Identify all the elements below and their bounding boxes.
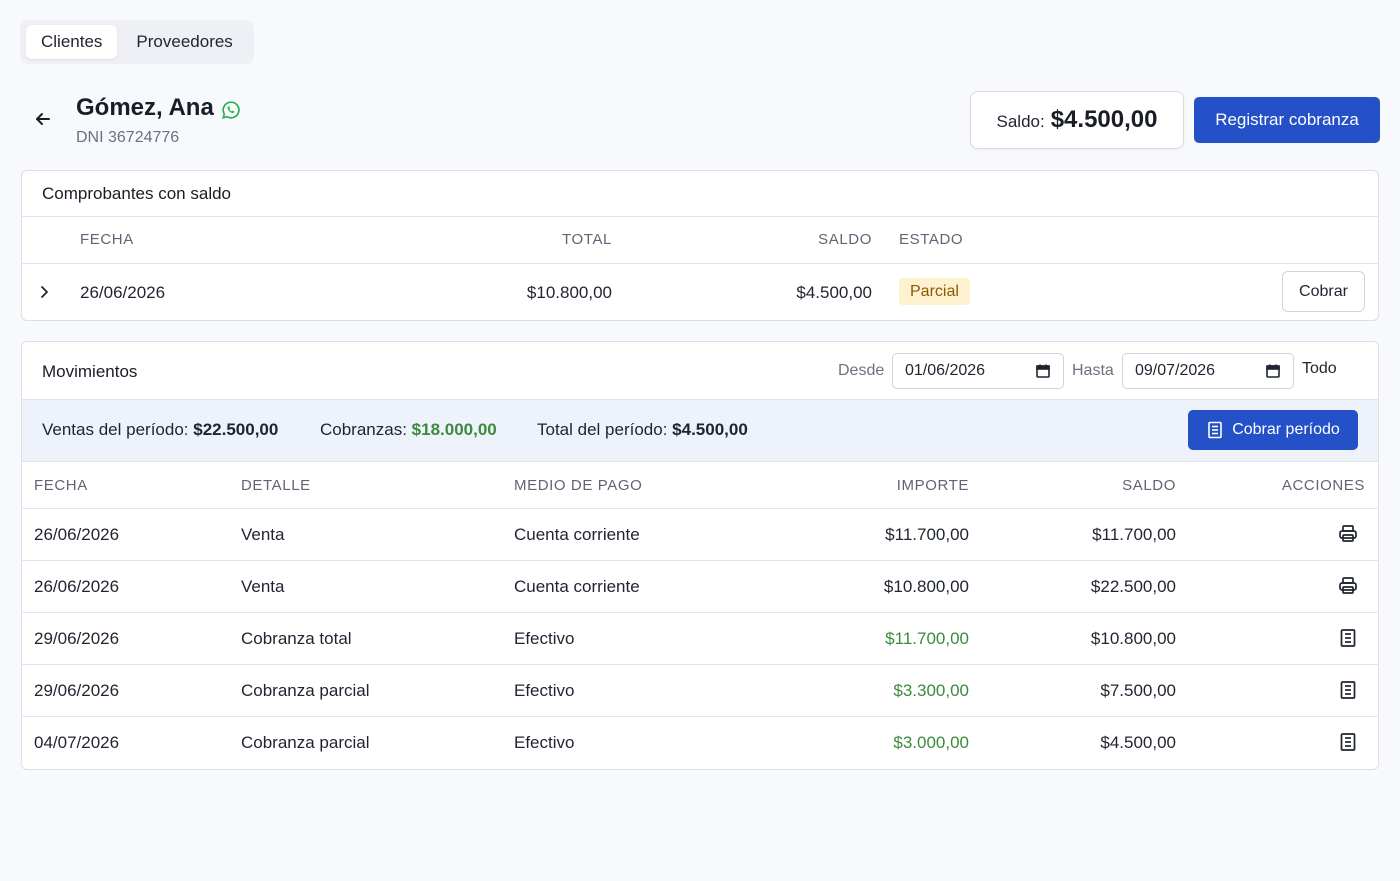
- row-medio-pago: Efectivo: [514, 629, 575, 648]
- table-row: 26/06/2026 Venta Cuenta corriente $11.700,0…: [22, 509, 1378, 561]
- movimientos-table-body: 26/06/2026 Venta Cuenta corriente $11.700,0…: [22, 509, 1378, 769]
- printer-icon[interactable]: [1338, 576, 1358, 596]
- hasta-date-value: 09/07/2026: [1135, 362, 1216, 379]
- back-button[interactable]: [30, 106, 56, 132]
- arrow-left-icon: [36, 113, 50, 125]
- receipt-icon[interactable]: [1338, 628, 1358, 648]
- row-saldo: $22.500,00: [1090, 577, 1176, 596]
- row-saldo: $7.500,00: [1100, 681, 1176, 700]
- col-acciones: ACCIONES: [1281, 477, 1365, 494]
- registrar-cobranza-button[interactable]: Registrar cobranza: [1194, 97, 1380, 143]
- calendar-icon[interactable]: [1265, 363, 1281, 379]
- cobranzas-value: $18.000,00: [411, 420, 497, 439]
- ventas-summary: Ventas del período: $22.500,00: [42, 420, 278, 440]
- row-medio-pago: Efectivo: [514, 681, 575, 700]
- row-importe: $3.000,00: [893, 733, 969, 752]
- row-fecha: 29/06/2026: [34, 629, 120, 648]
- col-medio-pago: MEDIO DE PAGO: [514, 477, 643, 494]
- cobrar-button[interactable]: Cobrar: [1282, 271, 1365, 312]
- row-importe: $10.800,00: [883, 577, 969, 596]
- status-badge: Parcial: [899, 278, 970, 305]
- period-summary: Ventas del período: $22.500,00 Cobranzas…: [22, 400, 1378, 462]
- comprobantes-table-header: FECHA TOTAL SALDO ESTADO: [22, 217, 1378, 264]
- comprobante-saldo: $4.500,00: [796, 283, 872, 302]
- col-saldo: SALDO: [818, 231, 872, 248]
- printer-icon[interactable]: [1338, 524, 1358, 544]
- total-value: $4.500,00: [672, 420, 748, 439]
- row-detalle: Cobranza total: [241, 629, 352, 648]
- row-fecha: 29/06/2026: [34, 681, 120, 700]
- movimientos-title: Movimientos: [42, 362, 138, 381]
- todo-button[interactable]: Todo: [1302, 360, 1337, 378]
- col-estado: ESTADO: [899, 231, 964, 248]
- tab-proveedores[interactable]: Proveedores: [121, 25, 247, 59]
- movimientos-card: Movimientos Desde 01/06/2026 Hasta 09/07…: [21, 341, 1379, 770]
- row-detalle: Venta: [241, 577, 285, 596]
- comprobante-total: $10.800,00: [526, 283, 612, 302]
- row-fecha: 04/07/2026: [34, 733, 120, 752]
- row-saldo: $11.700,00: [1092, 525, 1176, 544]
- movimientos-table-header: FECHA DETALLE MEDIO DE PAGO IMPORTE SALD…: [22, 462, 1378, 509]
- row-medio-pago: Cuenta corriente: [514, 577, 640, 596]
- ventas-label: Ventas del período:: [42, 420, 189, 439]
- calendar-icon[interactable]: [1035, 363, 1051, 379]
- comprobantes-card: Comprobantes con saldo FECHA TOTAL SALDO…: [21, 170, 1379, 321]
- row-medio-pago: Efectivo: [514, 733, 575, 752]
- row-fecha: 26/06/2026: [34, 525, 120, 544]
- saldo-label: Saldo:: [996, 112, 1045, 131]
- cobrar-periodo-label: Cobrar período: [1232, 421, 1340, 438]
- row-medio-pago: Cuenta corriente: [514, 525, 640, 544]
- receipt-icon[interactable]: [1338, 732, 1358, 752]
- receipt-icon: [1208, 421, 1222, 439]
- whatsapp-icon[interactable]: [221, 100, 241, 120]
- col-detalle: DETALLE: [241, 477, 311, 494]
- row-detalle: Venta: [241, 525, 285, 544]
- row-importe: $11.700,00: [885, 525, 969, 544]
- ventas-value: $22.500,00: [193, 420, 279, 439]
- saldo-box: Saldo: $4.500,00: [970, 91, 1184, 149]
- row-detalle: Cobranza parcial: [241, 681, 370, 700]
- chevron-right-icon[interactable]: [36, 284, 52, 300]
- movimientos-header: Movimientos Desde 01/06/2026 Hasta 09/07…: [22, 342, 1378, 400]
- hasta-date-input[interactable]: 09/07/2026: [1122, 353, 1294, 389]
- receipt-icon[interactable]: [1338, 680, 1358, 700]
- table-row: 26/06/2026 Venta Cuenta corriente $10.800,0…: [22, 561, 1378, 613]
- col-saldo: SALDO: [1122, 477, 1176, 494]
- row-saldo: $4.500,00: [1100, 733, 1176, 752]
- row-saldo: $10.800,00: [1090, 629, 1176, 648]
- row-importe: $11.700,00: [885, 629, 969, 648]
- cobranzas-summary: Cobranzas: $18.000,00: [320, 420, 497, 440]
- client-dni: DNI 36724776: [76, 129, 180, 146]
- saldo-value: $4.500,00: [1050, 106, 1158, 133]
- desde-label: Desde: [838, 362, 885, 379]
- row-fecha: 26/06/2026: [34, 577, 120, 596]
- hasta-label: Hasta: [1072, 362, 1114, 379]
- row-importe: $3.300,00: [893, 681, 969, 700]
- col-fecha: FECHA: [34, 477, 88, 494]
- comprobante-fecha: 26/06/2026: [80, 283, 166, 302]
- tab-clientes[interactable]: Clientes: [26, 25, 118, 59]
- table-row: 29/06/2026 Cobranza parcial Efectivo $3.300…: [22, 665, 1378, 717]
- total-label: Total del período:: [537, 420, 668, 439]
- col-fecha: FECHA: [80, 231, 134, 248]
- comprobantes-header: Comprobantes con saldo: [22, 171, 1378, 217]
- comprobantes-title: Comprobantes con saldo: [42, 184, 232, 203]
- col-importe: IMPORTE: [896, 477, 969, 494]
- col-total: TOTAL: [562, 231, 612, 248]
- table-row: 29/06/2026 Cobranza total Efectivo $11.700,…: [22, 613, 1378, 665]
- row-detalle: Cobranza parcial: [241, 733, 370, 752]
- desde-date-input[interactable]: 01/06/2026: [892, 353, 1064, 389]
- client-name: Gómez, Ana: [76, 94, 214, 121]
- cobrar-periodo-button[interactable]: Cobrar período: [1188, 410, 1358, 450]
- entity-tabs: Clientes Proveedores: [20, 20, 254, 64]
- total-summary: Total del período: $4.500,00: [537, 420, 748, 440]
- cobranzas-label: Cobranzas:: [320, 420, 407, 439]
- comprobante-row: 26/06/2026 $10.800,00 $4.500,00 Parcial …: [22, 264, 1378, 320]
- table-row: 04/07/2026 Cobranza parcial Efectivo $3.000…: [22, 717, 1378, 769]
- desde-date-value: 01/06/2026: [905, 362, 986, 379]
